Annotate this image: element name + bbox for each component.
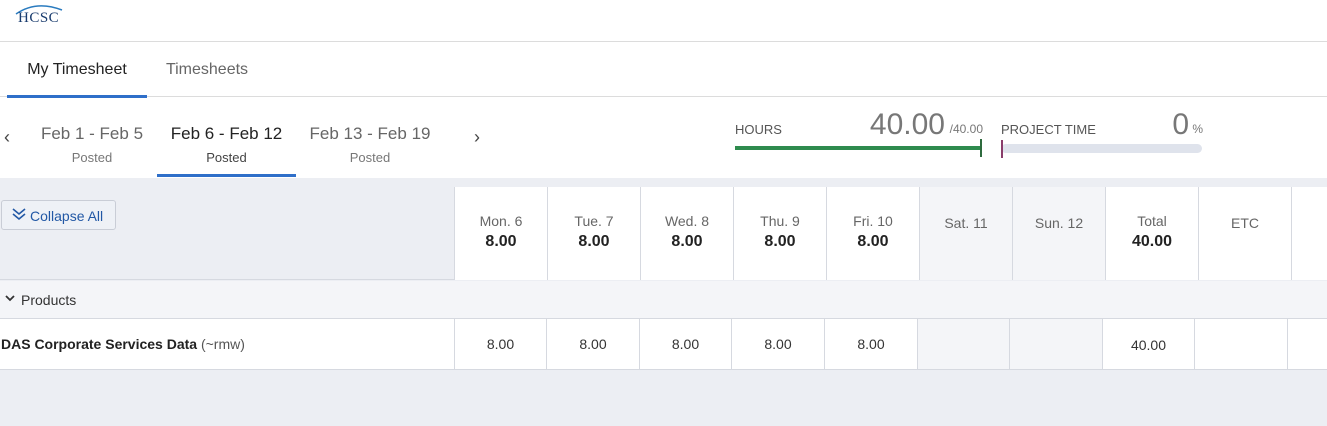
hours-cell-sun[interactable] bbox=[1009, 319, 1102, 369]
chevron-down-icon[interactable] bbox=[4, 291, 16, 309]
week-range: Feb 1 - Feb 5 bbox=[40, 124, 144, 143]
hours-label: HOURS bbox=[735, 122, 782, 137]
collapse-all-button[interactable]: Collapse All bbox=[1, 200, 116, 230]
etc-cell[interactable] bbox=[1194, 319, 1287, 369]
logo-text: HCSC bbox=[18, 10, 60, 26]
hours-cell-mon[interactable]: 8.00 bbox=[454, 319, 546, 369]
project-time-summary: PROJECT TIME 0 % bbox=[1001, 104, 1203, 160]
hours-summary: HOURS 40.00 /40.00 bbox=[735, 104, 983, 160]
week-status: Posted bbox=[71, 150, 113, 165]
project-time-unit: % bbox=[1192, 122, 1203, 136]
hours-target: /40.00 bbox=[949, 122, 983, 136]
day-header-wed: Wed. 8 8.00 bbox=[640, 187, 733, 280]
chevron-left-icon[interactable]: ‹ bbox=[4, 127, 10, 148]
day-name: Tue. 7 bbox=[574, 213, 614, 229]
etc-label: ETC bbox=[1231, 215, 1259, 231]
extra-cell bbox=[1287, 319, 1327, 369]
collapse-all-label: Collapse All bbox=[30, 208, 104, 224]
total-hours: 40.00 bbox=[1131, 233, 1173, 250]
day-name: Fri. 10 bbox=[853, 213, 893, 229]
chevron-right-icon[interactable]: › bbox=[474, 127, 480, 148]
project-time-label: PROJECT TIME bbox=[1001, 122, 1096, 137]
day-header-sun: Sun. 12 bbox=[1012, 187, 1105, 280]
project-time-progress-bar bbox=[1001, 144, 1202, 153]
hours-cell-fri[interactable]: 8.00 bbox=[824, 319, 917, 369]
double-chevron-down-icon bbox=[11, 206, 27, 225]
day-name: Sat. 11 bbox=[944, 215, 988, 231]
extra-header bbox=[1291, 187, 1327, 280]
day-name: Sun. 12 bbox=[1034, 215, 1084, 231]
day-header-thu: Thu. 9 8.00 bbox=[733, 187, 826, 280]
hours-progress-fill bbox=[735, 146, 982, 150]
tab-my-timesheet[interactable]: My Timesheet bbox=[7, 42, 147, 98]
hours-target-marker bbox=[980, 139, 982, 157]
etc-header: ETC bbox=[1198, 187, 1291, 280]
week-tab-3[interactable]: Feb 13 - Feb 19 Posted bbox=[300, 97, 440, 178]
hours-value: 40.00 bbox=[869, 108, 945, 141]
day-header-mon: Mon. 6 8.00 bbox=[454, 187, 547, 280]
day-hours: 8.00 bbox=[857, 233, 889, 250]
hcsc-logo[interactable]: HCSC bbox=[14, 2, 74, 36]
day-header-fri: Fri. 10 8.00 bbox=[826, 187, 919, 280]
hours-cell-tue[interactable]: 8.00 bbox=[546, 319, 639, 369]
day-hours: 8.00 bbox=[578, 233, 610, 250]
week-tab-2[interactable]: Feb 6 - Feb 12 Posted bbox=[157, 97, 296, 178]
project-code: (~rmw) bbox=[200, 336, 245, 352]
week-tab-1[interactable]: Feb 1 - Feb 5 Posted bbox=[28, 97, 156, 178]
day-header-sat: Sat. 11 bbox=[919, 187, 1012, 280]
week-range: Feb 13 - Feb 19 bbox=[309, 124, 431, 143]
day-hours: 8.00 bbox=[485, 233, 517, 250]
project-name: DAS Corporate Services Data (~rmw) bbox=[1, 336, 245, 352]
day-header-tue: Tue. 7 8.00 bbox=[547, 187, 640, 280]
project-time-marker bbox=[1001, 140, 1003, 158]
day-name: Mon. 6 bbox=[479, 213, 523, 229]
day-name: Wed. 8 bbox=[664, 213, 710, 229]
tab-timesheets[interactable]: Timesheets bbox=[147, 42, 267, 97]
day-hours: 8.00 bbox=[764, 233, 796, 250]
top-bar: HCSC bbox=[0, 0, 1327, 42]
total-header: Total 40.00 bbox=[1105, 187, 1198, 280]
day-hours: 8.00 bbox=[671, 233, 703, 250]
week-range: Feb 6 - Feb 12 bbox=[170, 124, 283, 143]
row-total-cell: 40.00 bbox=[1102, 319, 1194, 369]
week-status: Posted bbox=[206, 150, 247, 165]
hours-cell-sat[interactable] bbox=[917, 319, 1009, 369]
main-tabs: My Timesheet Timesheets bbox=[0, 42, 1327, 98]
hours-progress-bar bbox=[735, 139, 982, 157]
day-name: Thu. 9 bbox=[760, 213, 800, 229]
project-time-value: 0 bbox=[1172, 108, 1189, 141]
hours-cell-thu[interactable]: 8.00 bbox=[731, 319, 824, 369]
project-title: DAS Corporate Services Data bbox=[1, 336, 198, 352]
week-status: Posted bbox=[349, 150, 391, 165]
group-row-products[interactable]: Products bbox=[0, 281, 1327, 319]
hours-cell-wed[interactable]: 8.00 bbox=[639, 319, 731, 369]
total-label: Total bbox=[1137, 213, 1167, 229]
grid-header: Collapse All Mon. 6 8.00 Tue. 7 8.00 Wed… bbox=[0, 187, 1327, 280]
table-row: DAS Corporate Services Data (~rmw) 8.00 … bbox=[0, 319, 1327, 370]
group-label: Products bbox=[21, 292, 77, 308]
